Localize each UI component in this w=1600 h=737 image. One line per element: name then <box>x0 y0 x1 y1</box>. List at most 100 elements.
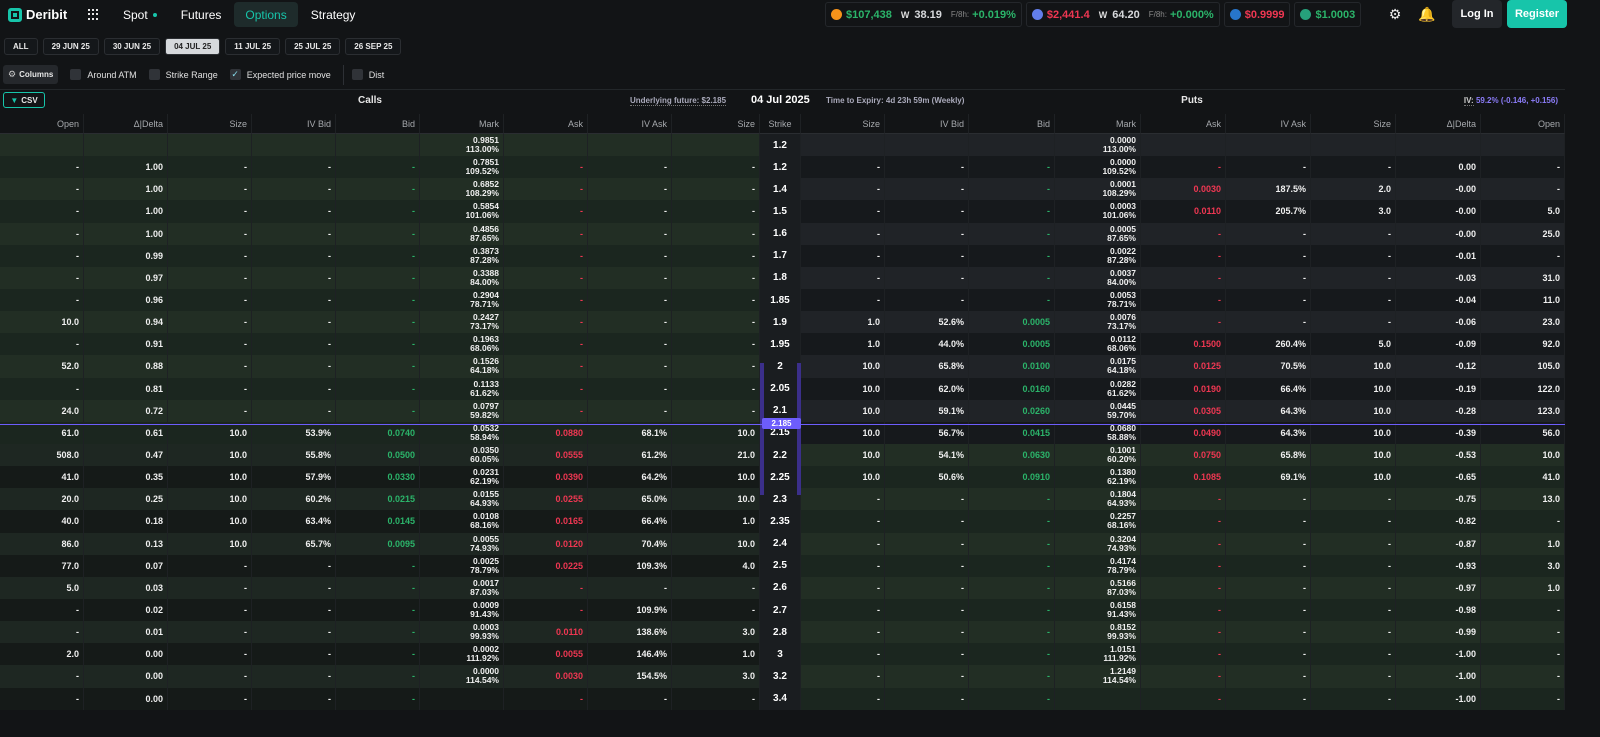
call-size-bid-cell[interactable]: - <box>168 266 252 289</box>
put-delta-cell[interactable]: -0.97 <box>1396 576 1481 599</box>
put-bid-cell[interactable]: - <box>969 554 1055 577</box>
call-iv-ask-cell[interactable]: 154.5% <box>588 665 672 688</box>
call-iv-ask-cell[interactable]: - <box>588 266 672 289</box>
put-delta-cell[interactable]: -0.00 <box>1396 222 1481 245</box>
put-iv-ask-cell[interactable]: 65.8% <box>1226 443 1311 467</box>
call-ask-cell[interactable]: - <box>504 311 588 334</box>
dist-toggle[interactable]: Dist <box>351 69 384 80</box>
call-size-ask-cell[interactable]: - <box>672 244 760 267</box>
call-mark-cell[interactable]: 0.0108 68.16% <box>420 510 504 533</box>
strike-cell[interactable]: 1.5 <box>760 200 801 223</box>
put-iv-bid-cell[interactable]: - <box>885 200 969 223</box>
expiry-04jul25[interactable]: 04 JUL 25 <box>165 38 221 55</box>
call-ask-cell[interactable]: - <box>504 222 588 245</box>
strike-cell[interactable]: 1.7 <box>760 244 801 267</box>
table-row[interactable]: -0.96- - -0.2904 78.71% - - -1.85- - -0.0053 78.7… <box>0 288 1565 312</box>
settings-gear-icon[interactable]: ⚙ <box>1387 6 1403 22</box>
put-size-bid-cell[interactable] <box>801 134 885 157</box>
put-mark-cell[interactable]: 1.0151 111.92% <box>1055 643 1141 666</box>
put-open-cell[interactable]: - <box>1481 244 1565 267</box>
put-iv-ask-cell[interactable]: - <box>1226 598 1311 622</box>
put-ask-cell[interactable]: 0.0190 <box>1141 377 1226 400</box>
call-bid-cell[interactable]: - <box>336 200 420 223</box>
put-size-bid-cell[interactable]: 10.0 <box>801 355 885 378</box>
call-ask-cell[interactable]: - <box>504 399 588 422</box>
call-mark-cell[interactable]: 0.2427 73.17% <box>420 311 504 334</box>
call-iv-ask-cell[interactable]: - <box>588 687 672 710</box>
call-iv-bid-cell[interactable]: 53.9% <box>252 421 336 444</box>
put-size-ask-cell[interactable]: 10.0 <box>1311 399 1396 422</box>
strike-cell[interactable]: 2.4 <box>760 532 801 555</box>
put-iv-ask-cell[interactable]: - <box>1226 554 1311 577</box>
put-size-ask-cell[interactable]: 10.0 <box>1311 443 1396 467</box>
put-iv-ask-cell[interactable]: - <box>1226 488 1311 511</box>
call-size-bid-cell[interactable]: - <box>168 355 252 378</box>
put-iv-ask-cell[interactable]: 187.5% <box>1226 178 1311 201</box>
call-mark-cell[interactable]: 0.0055 74.93% <box>420 532 504 555</box>
strike-cell[interactable]: 2.6 <box>760 576 801 599</box>
call-bid-cell[interactable]: - <box>336 643 420 666</box>
put-iv-bid-cell[interactable]: - <box>885 222 969 245</box>
put-open-cell[interactable]: 92.0 <box>1481 333 1565 356</box>
call-size-ask-cell[interactable]: - <box>672 355 760 378</box>
call-open-cell[interactable]: - <box>0 377 84 400</box>
put-size-ask-cell[interactable]: 10.0 <box>1311 355 1396 378</box>
expected-price-move-toggle[interactable]: ✓ Expected price move <box>229 69 331 80</box>
call-iv-bid-cell[interactable]: - <box>252 687 336 710</box>
put-size-ask-cell[interactable]: - <box>1311 598 1396 622</box>
call-delta-cell[interactable]: 0.07 <box>84 554 168 577</box>
call-mark-cell[interactable]: 0.0797 59.82% <box>420 399 504 422</box>
call-ask-cell[interactable]: 0.0120 <box>504 532 588 555</box>
call-size-ask-cell[interactable]: 10.0 <box>672 532 760 555</box>
put-delta-cell[interactable]: -0.65 <box>1396 466 1481 489</box>
put-bid-cell[interactable]: 0.0260 <box>969 399 1055 422</box>
put-size-ask-cell[interactable]: - <box>1311 576 1396 599</box>
put-delta-cell[interactable]: -0.87 <box>1396 532 1481 555</box>
put-delta-cell[interactable]: -0.99 <box>1396 621 1481 644</box>
call-ask-cell[interactable]: - <box>504 377 588 400</box>
call-bid-cell[interactable]: - <box>336 288 420 312</box>
table-row[interactable]: -0.91- - -0.1963 68.06% - - -1.95 1.0 44.0% 0.000… <box>0 333 1565 356</box>
put-iv-bid-cell[interactable]: - <box>885 510 969 533</box>
put-bid-cell[interactable]: - <box>969 244 1055 267</box>
put-open-cell[interactable]: - <box>1481 178 1565 201</box>
call-size-bid-cell[interactable]: - <box>168 222 252 245</box>
put-delta-cell[interactable]: -0.04 <box>1396 288 1481 312</box>
put-iv-bid-cell[interactable]: - <box>885 244 969 267</box>
call-iv-ask-cell[interactable]: - <box>588 399 672 422</box>
expiry-29jun25[interactable]: 29 JUN 25 <box>42 38 99 55</box>
put-mark-cell[interactable] <box>1055 687 1141 710</box>
call-iv-ask-cell[interactable]: 70.4% <box>588 532 672 555</box>
strike-cell[interactable]: 1.2 <box>760 156 801 179</box>
put-iv-bid-cell[interactable] <box>885 134 969 157</box>
call-size-ask-cell[interactable]: - <box>672 377 760 400</box>
put-ask-cell[interactable]: - <box>1141 532 1226 555</box>
put-ask-cell[interactable]: 0.0030 <box>1141 178 1226 201</box>
call-open-cell[interactable]: - <box>0 222 84 245</box>
call-size-ask-cell[interactable]: 10.0 <box>672 421 760 444</box>
call-iv-ask-cell[interactable]: - <box>588 288 672 312</box>
strike-cell[interactable]: 2.3 <box>760 488 801 511</box>
put-bid-cell[interactable]: 0.0100 <box>969 355 1055 378</box>
call-bid-cell[interactable]: - <box>336 665 420 688</box>
put-delta-cell[interactable]: -0.00 <box>1396 200 1481 223</box>
call-bid-cell[interactable]: 0.0145 <box>336 510 420 533</box>
call-size-bid-cell[interactable]: - <box>168 377 252 400</box>
put-size-ask-cell[interactable]: - <box>1311 266 1396 289</box>
call-size-bid-cell[interactable]: 10.0 <box>168 510 252 533</box>
put-open-cell[interactable]: 13.0 <box>1481 488 1565 511</box>
put-ask-cell[interactable]: 0.0750 <box>1141 443 1226 467</box>
put-mark-cell[interactable]: 0.5166 87.03% <box>1055 576 1141 599</box>
put-open-cell[interactable]: 23.0 <box>1481 311 1565 334</box>
put-bid-cell[interactable]: 0.0910 <box>969 466 1055 489</box>
call-mark-cell[interactable]: 0.3873 87.28% <box>420 244 504 267</box>
strike-range-toggle[interactable]: Strike Range <box>148 69 218 80</box>
put-bid-cell[interactable]: - <box>969 621 1055 644</box>
put-size-bid-cell[interactable]: - <box>801 488 885 511</box>
put-mark-cell[interactable]: 0.0003 101.06% <box>1055 200 1141 223</box>
call-ask-cell[interactable]: 0.0055 <box>504 643 588 666</box>
call-size-bid-cell[interactable]: - <box>168 333 252 356</box>
put-bid-cell[interactable]: - <box>969 266 1055 289</box>
put-size-ask-cell[interactable]: - <box>1311 532 1396 555</box>
call-open-cell[interactable]: 20.0 <box>0 488 84 511</box>
